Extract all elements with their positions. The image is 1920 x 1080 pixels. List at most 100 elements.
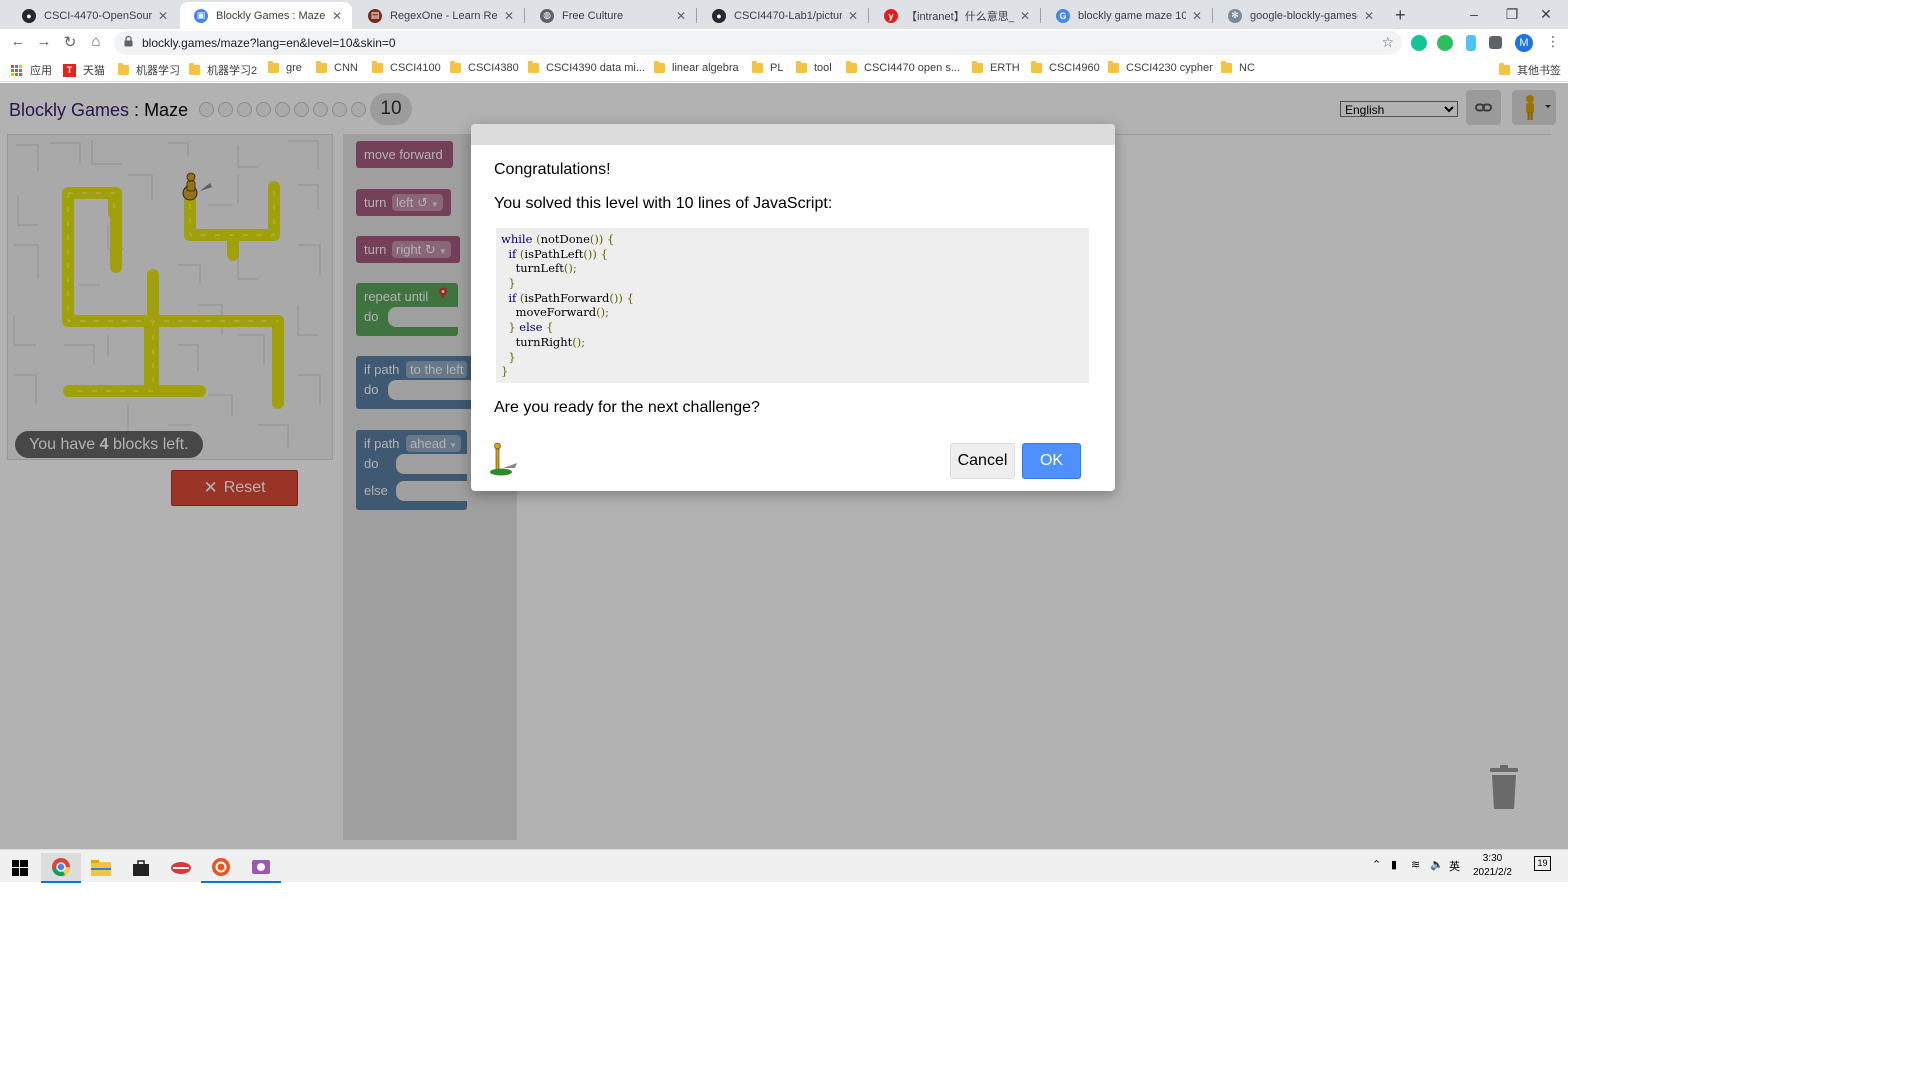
bookmark-item[interactable]: ERTH	[972, 61, 1020, 74]
folder-icon	[91, 860, 111, 876]
pegman-icon	[490, 442, 517, 476]
bookmark-label: 机器学习2	[207, 65, 258, 77]
solved-text: You solved this level with 10 lines of J…	[494, 195, 833, 212]
congratulations-dialog: Congratulations! You solved this level w…	[471, 124, 1115, 491]
omnibox[interactable]: blockly.games/maze?lang=en&level=10&skin…	[114, 31, 1402, 55]
grammarly-icon[interactable]	[1411, 35, 1427, 51]
bookmark-item[interactable]: CNN	[316, 61, 358, 74]
browser-tab[interactable]: ● CSCI4470-Lab1/pictures a ✕	[698, 2, 868, 29]
tab-title: 【intranet】什么意思_英语	[906, 10, 1014, 23]
bookmark-item[interactable]: CSCI4470 open s...	[846, 61, 960, 74]
extensions-puzzle-icon[interactable]	[1489, 36, 1502, 49]
windows-icon	[12, 860, 28, 876]
back-icon[interactable]: ←	[8, 33, 28, 50]
tab-divider	[868, 8, 869, 23]
notification-center[interactable]: 19	[1534, 856, 1551, 871]
close-tab-icon[interactable]: ✕	[330, 9, 344, 23]
tmall-icon: T	[63, 63, 76, 77]
bookmark-item[interactable]: tool	[796, 61, 832, 74]
close-tab-icon[interactable]: ✕	[1362, 9, 1376, 23]
bookmark-label: CSCI4230 cypher	[1126, 62, 1213, 74]
bookmark-label: 天猫	[83, 65, 105, 77]
bookmark-item[interactable]: CSCI4230 cypher	[1108, 61, 1213, 74]
taskbar-chrome[interactable]	[41, 853, 81, 883]
browser-tab[interactable]: ✻ google-blockly-games-m ✕	[1214, 2, 1384, 29]
tab-title: CSCI4470-Lab1/pictures a	[734, 9, 842, 22]
code-block: while (notDone()) { if (isPathLeft()) { …	[496, 228, 1089, 383]
other-bookmarks[interactable]: 其他书签	[1499, 62, 1561, 78]
folder-icon	[189, 63, 200, 75]
start-button[interactable]	[0, 853, 40, 883]
folder-icon	[1499, 63, 1510, 75]
taskbar-app-red[interactable]	[161, 853, 201, 883]
cancel-button[interactable]: Cancel	[950, 443, 1015, 479]
taskbar-ubuntu[interactable]	[201, 853, 241, 883]
reload-icon[interactable]: ↻	[60, 33, 80, 51]
bookmarks-bar: 应用 T 天猫 机器学习 机器学习2 gre CNN CSCI4100 CSCI4380 CSCI…	[0, 57, 1568, 82]
browser-tab[interactable]: ▤ RegexOne - Learn Regula ✕	[354, 2, 524, 29]
extension-icon[interactable]	[1466, 35, 1476, 51]
tab-title: Free Culture	[562, 9, 624, 22]
next-challenge-text: Are you ready for the next challenge?	[494, 399, 760, 416]
system-clock[interactable]: 3:30 2021/2/2	[1473, 852, 1512, 880]
browser-tab[interactable]: y 【intranet】什么意思_英语 ✕	[870, 2, 1040, 29]
home-icon[interactable]: ⌂	[86, 33, 106, 50]
bookmark-item[interactable]: CSCI4390 data mi...	[528, 61, 646, 74]
new-tab-button[interactable]: +	[1395, 5, 1406, 26]
evernote-icon[interactable]	[1437, 35, 1453, 51]
taskbar-file-explorer[interactable]	[81, 853, 121, 883]
volume-icon[interactable]: 🔈	[1430, 858, 1444, 871]
tray-chevron-icon[interactable]: ⌃	[1372, 858, 1381, 871]
taskbar-store[interactable]	[121, 853, 161, 883]
bookmark-item[interactable]: 机器学习	[118, 62, 180, 78]
bookmark-label: linear algebra	[672, 62, 739, 74]
bookmark-item[interactable]: T 天猫	[63, 62, 105, 78]
close-tab-icon[interactable]: ✕	[1018, 9, 1032, 23]
bookmark-item[interactable]: 应用	[11, 62, 52, 78]
tab-title: blockly game maze 10 - G	[1078, 9, 1186, 22]
close-tab-icon[interactable]: ✕	[1190, 9, 1204, 23]
bookmark-item[interactable]: CSCI4960	[1031, 61, 1100, 74]
bookmark-item[interactable]: CSCI4380	[450, 61, 519, 74]
regexone-icon: ▤	[368, 8, 382, 23]
browser-tab[interactable]: ▣ Blockly Games : Maze ✕	[180, 2, 352, 29]
url-text[interactable]: blockly.games/maze?lang=en&level=10&skin…	[142, 36, 396, 50]
bookmark-star-icon[interactable]: ☆	[1381, 34, 1394, 51]
close-tab-icon[interactable]: ✕	[846, 9, 860, 23]
close-window-button[interactable]: ✕	[1524, 2, 1568, 26]
close-tab-icon[interactable]: ✕	[502, 9, 516, 23]
browser-menu-icon[interactable]: ⋮	[1546, 33, 1560, 50]
close-tab-icon[interactable]: ✕	[674, 9, 688, 23]
bookmark-label: gre	[286, 62, 302, 74]
wifi-icon[interactable]: ≋	[1411, 858, 1420, 871]
folder-icon	[972, 61, 983, 73]
browser-tab[interactable]: ◍ Free Culture ✕	[526, 2, 696, 29]
code-line: if (isPathForward()) {	[508, 290, 634, 305]
github-icon: ●	[22, 8, 36, 23]
taskbar-snip-tool[interactable]	[241, 853, 281, 883]
folder-icon	[316, 61, 327, 73]
bookmark-item[interactable]: linear algebra	[654, 61, 739, 74]
chrome-icon	[52, 858, 71, 877]
browser-tab[interactable]: ● CSCI-4470-OpenSource/l ✕	[8, 2, 178, 29]
bookmark-item[interactable]: NC	[1221, 61, 1255, 74]
tab-title: RegexOne - Learn Regula	[390, 9, 498, 22]
code-line: if (isPathLeft()) {	[508, 246, 608, 261]
close-tab-icon[interactable]: ✕	[156, 9, 170, 23]
bookmark-item[interactable]: CSCI4100	[372, 61, 441, 74]
tab-divider	[1212, 8, 1213, 23]
bookmark-item[interactable]: gre	[268, 61, 302, 74]
store-icon	[133, 860, 149, 876]
profile-avatar[interactable]: M	[1515, 34, 1533, 52]
bookmark-item[interactable]: PL	[752, 61, 783, 74]
ime-indicator[interactable]: 英	[1449, 858, 1460, 874]
bookmark-label: NC	[1239, 62, 1255, 74]
bookmark-label: ERTH	[990, 62, 1020, 74]
browser-tab[interactable]: Gblockly game maze 10 - G ✕	[1042, 2, 1212, 29]
battery-icon[interactable]: ▮	[1391, 858, 1397, 871]
bookmark-label: CSCI4390 data mi...	[546, 62, 646, 74]
bookmark-item[interactable]: 机器学习2	[189, 62, 257, 78]
lock-icon[interactable]	[124, 36, 133, 47]
ok-button[interactable]: OK	[1022, 443, 1081, 479]
forward-icon[interactable]: →	[34, 33, 54, 50]
